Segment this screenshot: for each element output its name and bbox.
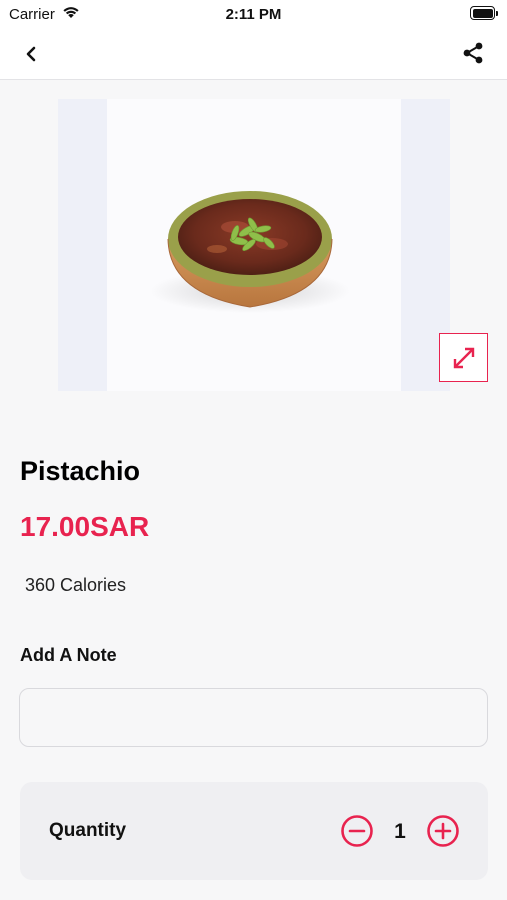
expand-icon (453, 347, 474, 368)
product-price: 17.00SAR (20, 511, 150, 542)
quantity-label: Quantity (49, 820, 127, 841)
note-label: Add A Note (20, 645, 117, 665)
chevron-left-icon (26, 46, 36, 62)
product-calories: 360 Calories (25, 575, 127, 595)
share-button[interactable] (459, 39, 487, 67)
product-image (58, 99, 450, 391)
status-time: 2:11 PM (225, 6, 282, 23)
minus-circle-icon (341, 815, 373, 847)
decrease-quantity-button[interactable] (340, 814, 374, 848)
product-photo (107, 99, 401, 391)
expand-image-button[interactable] (439, 333, 488, 382)
navigation-bar (0, 28, 507, 80)
plus-circle-icon (427, 815, 459, 847)
product-name: Pistachio (20, 456, 141, 486)
note-input[interactable] (19, 688, 488, 747)
quantity-value: 1 (394, 820, 406, 843)
quantity-card: Quantity 1 (20, 782, 488, 880)
status-bar: Carrier 2:11 PM (0, 0, 507, 28)
pistachio-tart-image (150, 191, 350, 313)
back-button[interactable] (18, 41, 44, 67)
share-icon (463, 42, 483, 64)
battery-icon (470, 6, 498, 20)
increase-quantity-button[interactable] (426, 814, 460, 848)
